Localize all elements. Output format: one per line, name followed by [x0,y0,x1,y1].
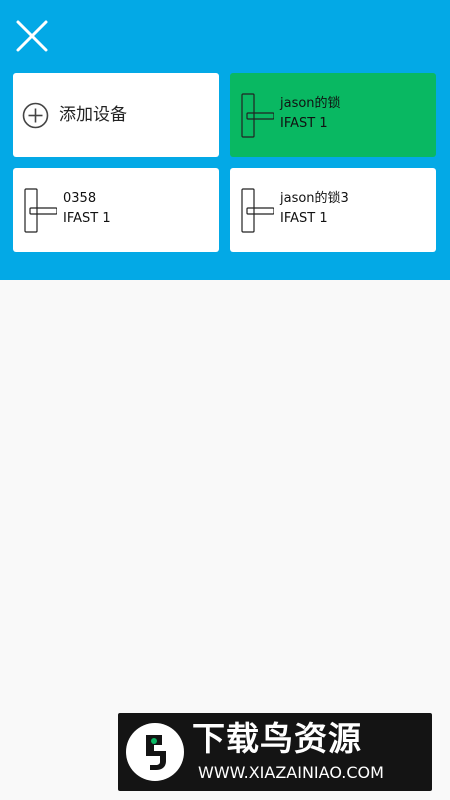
add-device-label: 添加设备 [59,105,127,125]
device-model: IFAST 1 [280,116,328,131]
header-panel: 添加设备 jason的锁 IFAST 1 0358 IFAST 1 jason的… [0,0,450,280]
close-icon [16,20,48,52]
device-card-0358[interactable]: 0358 IFAST 1 [13,168,219,252]
device-model: IFAST 1 [63,211,111,226]
device-list-screen: 添加设备 jason的锁 IFAST 1 0358 IFAST 1 jason的… [0,0,450,800]
watermark-url: WWW.XIAZAINIAO.COM [198,763,384,782]
close-button[interactable] [12,18,52,54]
device-name: jason的锁 [280,96,341,111]
device-name: jason的锁3 [280,191,349,206]
device-model: IFAST 1 [280,211,328,226]
device-card-jason3[interactable]: jason的锁3 IFAST 1 [230,168,436,252]
door-lock-icon [24,188,57,233]
watermark-banner: 下载鸟资源 WWW.XIAZAINIAO.COM [118,713,432,791]
door-lock-icon [241,93,274,138]
bird-logo-icon [126,723,184,781]
door-lock-icon [241,188,274,233]
watermark-brand: 下载鸟资源 [192,719,362,758]
add-device-card[interactable]: 添加设备 [13,73,219,157]
device-name: 0358 [63,191,97,206]
plus-circle-icon [22,102,49,129]
device-card-jason[interactable]: jason的锁 IFAST 1 [230,73,436,157]
